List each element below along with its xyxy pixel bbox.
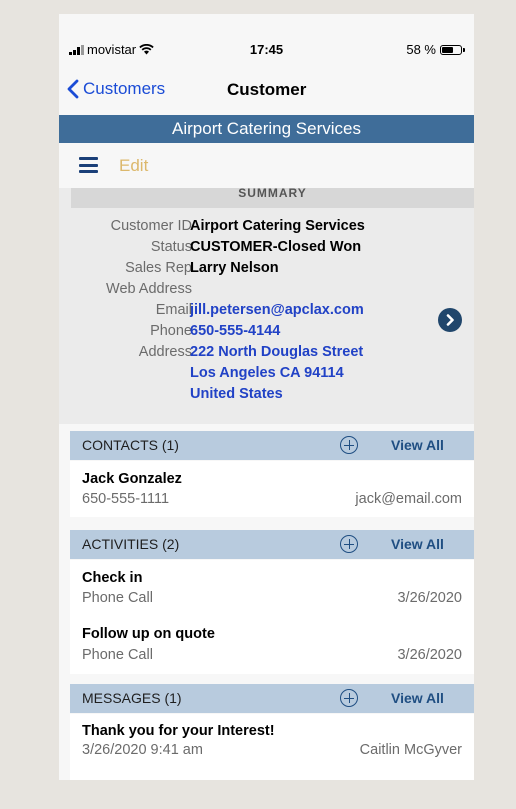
messages-title: MESSAGES (1): [82, 690, 182, 706]
phone-link[interactable]: 650-555-4144: [190, 323, 280, 339]
contact-item[interactable]: Jack Gonzalez 650-555-1111 jack@email.co…: [70, 461, 474, 517]
detail-disclosure-button[interactable]: [438, 308, 462, 332]
contact-email: jack@email.com: [355, 491, 462, 507]
message-sender: Caitlin McGyver: [359, 742, 462, 758]
summary-header: SUMMARY: [71, 188, 474, 208]
activity-date: 3/26/2020: [397, 590, 462, 606]
battery-info: 58 %: [406, 42, 465, 57]
activity-title: Check in: [82, 570, 143, 586]
contact-phone: 650-555-1111: [82, 491, 170, 507]
edit-button[interactable]: Edit: [119, 156, 148, 176]
add-message-icon[interactable]: [340, 689, 358, 707]
field-label: Customer ID: [110, 218, 192, 234]
page-title: Customer: [227, 80, 307, 99]
activities-view-all-link[interactable]: View All: [391, 530, 444, 559]
field-label: Email: [155, 302, 192, 318]
email-link[interactable]: jill.petersen@apclax.com: [190, 302, 364, 318]
add-activity-icon[interactable]: [340, 535, 358, 553]
address-row-3: United States: [59, 386, 474, 406]
summary-section: SUMMARY Customer ID Airport Catering Ser…: [59, 188, 474, 424]
battery-icon: [440, 44, 465, 55]
status-row: Status CUSTOMER-Closed Won: [59, 239, 474, 259]
contact-name: Jack Gonzalez: [82, 471, 182, 487]
contacts-title: CONTACTS (1): [82, 437, 179, 453]
sales-rep-row: Sales Rep Larry Nelson: [59, 260, 474, 280]
field-label: Web Address: [106, 281, 192, 297]
sales-rep-value: Larry Nelson: [190, 260, 279, 276]
address-line[interactable]: 222 North Douglas Street: [190, 344, 363, 360]
back-label: Customers: [83, 79, 166, 98]
address-line[interactable]: United States: [190, 386, 283, 402]
activities-header: ACTIVITIES (2) View All: [70, 530, 474, 559]
message-item[interactable]: Thank you for your Interest! 3/26/2020 9…: [70, 714, 474, 780]
customer-id-value: Airport Catering Services: [190, 218, 365, 234]
activity-type: Phone Call: [82, 590, 153, 606]
battery-percent: 58 %: [406, 42, 436, 57]
address-row: Address 222 North Douglas Street: [59, 344, 474, 364]
address-line[interactable]: Los Angeles CA 94114: [190, 365, 344, 381]
messages-view-all-link[interactable]: View All: [391, 684, 444, 713]
activity-item[interactable]: Check in Phone Call 3/26/2020: [70, 560, 474, 616]
contacts-view-all-link[interactable]: View All: [391, 431, 444, 460]
chevron-left-icon: [67, 79, 79, 99]
status-bar: movistar 17:45 58 %: [59, 14, 474, 57]
phone-row: Phone 650-555-4144: [59, 323, 474, 343]
field-label: Phone: [150, 323, 192, 339]
field-label: Status: [150, 239, 192, 255]
message-subject: Thank you for your Interest!: [82, 723, 275, 739]
status-value: CUSTOMER-Closed Won: [190, 239, 362, 255]
activity-date: 3/26/2020: [397, 647, 462, 663]
menu-icon[interactable]: [79, 157, 98, 173]
navigation-bar: Customers Customer: [59, 74, 474, 114]
web-address-row: Web Address: [59, 281, 474, 301]
chevron-right-icon: [446, 314, 454, 326]
add-contact-icon[interactable]: [340, 436, 358, 454]
address-row-2: Los Angeles CA 94114: [59, 365, 474, 385]
customer-id-row: Customer ID Airport Catering Services: [59, 218, 474, 238]
back-button[interactable]: Customers: [67, 79, 165, 99]
activities-title: ACTIVITIES (2): [82, 536, 180, 552]
field-label: Sales Rep: [125, 260, 192, 276]
toolbar: Edit: [59, 143, 474, 188]
customer-banner: Airport Catering Services: [59, 115, 474, 143]
phone-screen: movistar 17:45 58 % Customers Customer A…: [59, 14, 474, 780]
messages-header: MESSAGES (1) View All: [70, 684, 474, 713]
activity-title: Follow up on quote: [82, 626, 215, 642]
field-label: Address: [138, 344, 192, 360]
contacts-header: CONTACTS (1) View All: [70, 431, 474, 460]
activity-item[interactable]: Follow up on quote Phone Call 3/26/2020: [70, 616, 474, 674]
activity-type: Phone Call: [82, 647, 153, 663]
message-datetime: 3/26/2020 9:41 am: [82, 742, 203, 758]
email-row: Email jill.petersen@apclax.com: [59, 302, 474, 322]
